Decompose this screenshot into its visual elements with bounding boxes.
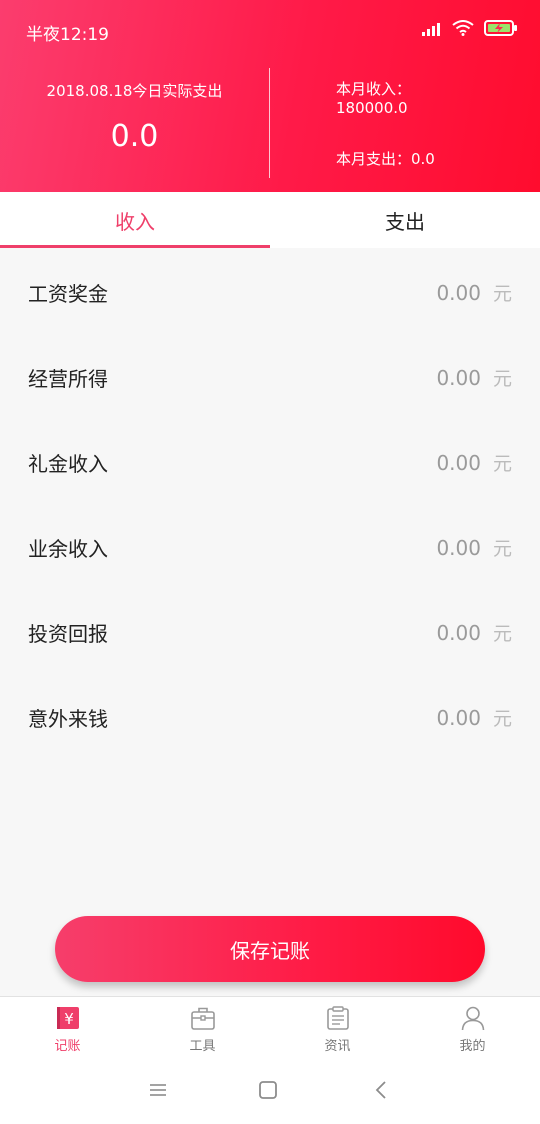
today-expense-block: 2018.08.18今日实际支出 0.0 (0, 80, 269, 154)
bottom-nav: ¥ 记账 工具 资讯 我的 (0, 996, 540, 1056)
status-time: 半夜12:19 (26, 25, 109, 45)
amount-input[interactable]: 0.00 (361, 706, 481, 730)
row-label: 意外来钱 (28, 707, 108, 731)
clipboard-icon (324, 1004, 352, 1032)
row-label: 投资回报 (28, 622, 108, 646)
system-nav-bar (0, 1056, 540, 1124)
amount-input[interactable]: 0.00 (361, 281, 481, 305)
month-income-value: 180000.0 (336, 99, 408, 117)
unit-label: 元 (492, 538, 512, 560)
income-row-business[interactable]: 经营所得 0.00 元 (0, 335, 540, 420)
nav-label: 我的 (459, 1039, 486, 1054)
month-income-label: 本月收入： (336, 80, 412, 98)
row-label: 经营所得 (28, 367, 108, 391)
today-expense-label: 2018.08.18今日实际支出 (46, 82, 223, 100)
nav-label: 资讯 (324, 1039, 351, 1054)
row-label: 业余收入 (28, 537, 108, 561)
tab-expense[interactable]: 支出 (270, 192, 540, 248)
wifi-icon (452, 20, 474, 40)
income-row-investment[interactable]: 投资回报 0.00 元 (0, 590, 540, 675)
save-button[interactable]: 保存记账 (55, 916, 485, 982)
amount-input[interactable]: 0.00 (361, 366, 481, 390)
battery-charging-icon (484, 20, 518, 40)
home-icon[interactable] (256, 1078, 280, 1102)
app-screen: 半夜12:19 2018.08.18今日实际支出 0.0 本月收入： 18000… (0, 0, 540, 1124)
unit-label: 元 (492, 453, 512, 475)
unit-label: 元 (492, 708, 512, 730)
toolbox-icon (189, 1004, 217, 1032)
amount-input[interactable]: 0.00 (361, 621, 481, 645)
summary-header: 半夜12:19 2018.08.18今日实际支出 0.0 本月收入： 18000… (0, 0, 540, 192)
user-icon (459, 1004, 487, 1032)
nav-item-tools[interactable]: 工具 (135, 997, 270, 1056)
unit-label: 元 (492, 368, 512, 390)
unit-label: 元 (492, 623, 512, 645)
status-icons (422, 20, 518, 40)
income-row-windfall[interactable]: 意外来钱 0.00 元 (0, 675, 540, 760)
svg-text:¥: ¥ (64, 1010, 74, 1028)
income-list: 工资奖金 0.00 元 经营所得 0.00 元 礼金收入 0.00 元 业余收入… (0, 250, 540, 760)
nav-label: 记账 (54, 1039, 81, 1054)
menu-icon[interactable] (146, 1078, 170, 1102)
nav-item-ledger[interactable]: ¥ 记账 (0, 997, 135, 1056)
type-tabs: 收入 支出 (0, 192, 540, 248)
month-expense-text: 本月支出：0.0 (336, 150, 435, 168)
summary-divider (269, 68, 270, 178)
unit-label: 元 (492, 283, 512, 305)
amount-input[interactable]: 0.00 (361, 536, 481, 560)
amount-input[interactable]: 0.00 (361, 451, 481, 475)
nav-item-news[interactable]: 资讯 (270, 997, 405, 1056)
nav-label: 工具 (189, 1039, 216, 1054)
month-summary-block: 本月收入： 180000.0 本月支出：0.0 (336, 80, 526, 168)
income-row-salary[interactable]: 工资奖金 0.00 元 (0, 250, 540, 335)
today-expense-value: 0.0 (110, 119, 159, 154)
tab-income[interactable]: 收入 (0, 192, 270, 248)
income-row-gift[interactable]: 礼金收入 0.00 元 (0, 420, 540, 505)
ledger-yen-icon: ¥ (54, 1004, 82, 1032)
row-label: 工资奖金 (28, 282, 108, 306)
back-icon[interactable] (370, 1078, 394, 1102)
nav-item-profile[interactable]: 我的 (405, 997, 540, 1056)
row-label: 礼金收入 (28, 452, 108, 476)
status-bar: 半夜12:19 (0, 0, 540, 60)
signal-icon (422, 21, 442, 40)
income-row-side[interactable]: 业余收入 0.00 元 (0, 505, 540, 590)
